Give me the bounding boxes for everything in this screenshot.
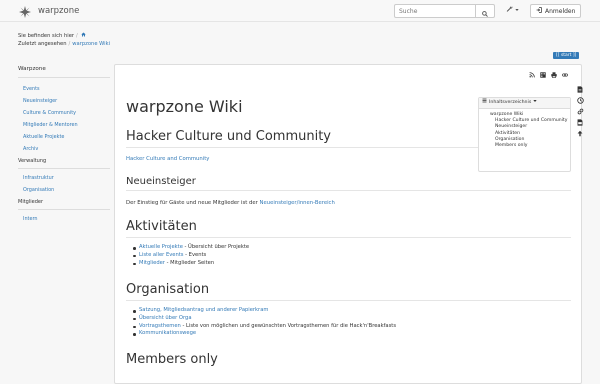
breadcrumb-location: Sie befinden sich hier / <box>18 32 110 40</box>
search-input[interactable] <box>394 4 476 18</box>
table-of-contents: Inhaltsverzeichnis warpzone Wiki Hacker … <box>478 97 571 172</box>
warpzone-logo-icon <box>18 4 32 18</box>
list-item: Aktuelle Projekte - Übersicht über Proje… <box>131 244 249 252</box>
caret-down-icon <box>533 98 537 108</box>
search-button[interactable] <box>476 4 495 18</box>
vortragsthemen-link[interactable]: Vortragsthemen <box>139 323 181 329</box>
divider <box>126 300 571 301</box>
toc-item-members-only[interactable]: Members only <box>479 143 570 149</box>
sidebar-item-intern[interactable]: Intern <box>18 215 110 227</box>
site-name: warpzone <box>38 6 80 16</box>
breadcrumb-recent-label: Zuletzt angesehen <box>18 41 67 47</box>
section-heading-aktivitaeten: Aktivitäten <box>126 219 197 234</box>
kommunikationswege-link[interactable]: Kommunikationswege <box>139 330 196 336</box>
sidebar-category-verwaltung: Verwaltung <box>18 157 110 169</box>
neueinsteiger-text: Der Einstieg für Gäste und neue Mitglied… <box>126 200 260 206</box>
tools-menu-button[interactable] <box>506 5 519 14</box>
satzung-link[interactable]: Satzung, Mitgliedsantrag und anderer Pap… <box>139 307 268 313</box>
wrench-icon <box>506 5 513 14</box>
breadcrumb-home-link[interactable] <box>81 32 87 39</box>
aktivitaeten-list: Aktuelle Projekte - Übersicht über Proje… <box>131 244 249 267</box>
toc-toggle[interactable]: Inhaltsverzeichnis <box>479 98 570 109</box>
sidebar-item-aktuelle-projekte[interactable]: Aktuelle Projekte <box>18 133 110 145</box>
backlinks-icon[interactable] <box>576 107 584 115</box>
section-heading-hacker-culture: Hacker Culture und Community <box>126 129 331 144</box>
section-paragraph: Hacker Culture and Community <box>126 156 209 162</box>
section-heading-members-only: Members only <box>126 352 218 367</box>
sign-in-icon <box>536 7 542 15</box>
section-heading-organisation: Organisation <box>126 282 210 297</box>
export-icon[interactable] <box>576 118 584 126</box>
chevron-down-icon <box>515 6 519 14</box>
hacker-culture-link[interactable]: Hacker Culture and Community <box>126 156 209 162</box>
sidebar-item-mitglieder-mentoren[interactable]: Mitglieder & Mentoren <box>18 121 110 133</box>
sidebar-item-events[interactable]: Events <box>18 85 110 97</box>
sidebar-item-neueinsteiger[interactable]: Neueinsteiger <box>18 97 110 109</box>
sidebar-item-archiv[interactable]: Archiv <box>18 145 110 157</box>
list-item-text: - Übersicht über Projekte <box>182 244 250 250</box>
rss-icon[interactable] <box>528 71 535 78</box>
sidebar-item-culture-community[interactable]: Culture & Community <box>18 109 110 121</box>
arrow-up-icon[interactable] <box>576 129 584 137</box>
toc-items: warpzone Wiki Hacker Culture und Communi… <box>479 109 570 149</box>
qr-code-icon[interactable] <box>539 71 546 78</box>
top-navbar: warpzone Anmelden <box>0 0 600 22</box>
neueinsteiger-bereich-link[interactable]: Neueinsteiger/innen-Bereich <box>260 200 335 206</box>
login-button[interactable]: Anmelden <box>530 4 582 18</box>
page-tools <box>528 71 568 78</box>
divider <box>126 237 571 238</box>
login-label: Anmelden <box>545 7 576 15</box>
breadcrumb-here-label: Sie befinden sich hier <box>18 33 75 39</box>
list-item: Kommunikationswege <box>131 330 396 338</box>
list-item: Übersicht über Orga <box>131 315 396 323</box>
toc-title: Inhaltsverzeichnis <box>489 100 532 105</box>
document-icon[interactable] <box>576 85 584 93</box>
sidebar-title: Warpzone <box>18 66 110 78</box>
aktuelle-projekte-link[interactable]: Aktuelle Projekte <box>139 244 183 250</box>
sidebar-category-mitglieder: Mitglieder <box>18 198 110 210</box>
list-icon <box>482 98 487 108</box>
list-item: Liste aller Events - Events <box>131 252 249 260</box>
sidebar: Warpzone Events Neueinsteiger Culture & … <box>18 66 110 227</box>
sidebar-item-infrastruktur[interactable]: Infrastruktur <box>18 174 110 186</box>
start-page-button[interactable]: [[ start ]] <box>553 52 580 59</box>
list-item-text: - Events <box>183 251 207 258</box>
list-item: Satzung, Mitgliedsantrag und anderer Pap… <box>131 307 396 315</box>
search-icon <box>482 2 488 21</box>
print-icon[interactable] <box>550 71 557 78</box>
sidebar-item-organisation[interactable]: Organisation <box>18 186 110 198</box>
page-actions-rail <box>576 85 584 137</box>
home-icon <box>81 32 87 39</box>
section-paragraph: Der Einstieg für Gäste und neue Mitglied… <box>126 200 335 206</box>
list-item-text: - Liste von möglichen und gewünschten Vo… <box>180 322 397 329</box>
orga-uebersicht-link[interactable]: Übersicht über Orga <box>139 315 192 321</box>
list-item-text: - Mitglieder Seiten <box>164 259 215 266</box>
page-title: warpzone Wiki <box>126 97 243 116</box>
liste-aller-events-link[interactable]: Liste aller Events <box>139 252 184 258</box>
section-heading-neueinsteiger: Neueinsteiger <box>126 176 196 187</box>
organisation-list: Satzung, Mitgliedsantrag und anderer Pap… <box>131 307 396 338</box>
divider <box>126 190 571 191</box>
list-item: Mitglieder - Mitglieder Seiten <box>131 260 249 268</box>
site-brand-link[interactable]: warpzone <box>18 4 79 18</box>
link-icon[interactable] <box>561 71 568 78</box>
breadcrumb-recent: Zuletzt angesehen / warpzone Wiki <box>18 41 111 47</box>
history-icon[interactable] <box>576 96 584 104</box>
list-item: Vortragsthemen - Liste von möglichen und… <box>131 323 396 331</box>
breadcrumb: Sie befinden sich hier / Zuletzt angesehe… <box>18 32 110 48</box>
breadcrumb-recent-link[interactable]: warpzone Wiki <box>72 41 110 47</box>
mitglieder-link[interactable]: Mitglieder <box>139 260 165 266</box>
